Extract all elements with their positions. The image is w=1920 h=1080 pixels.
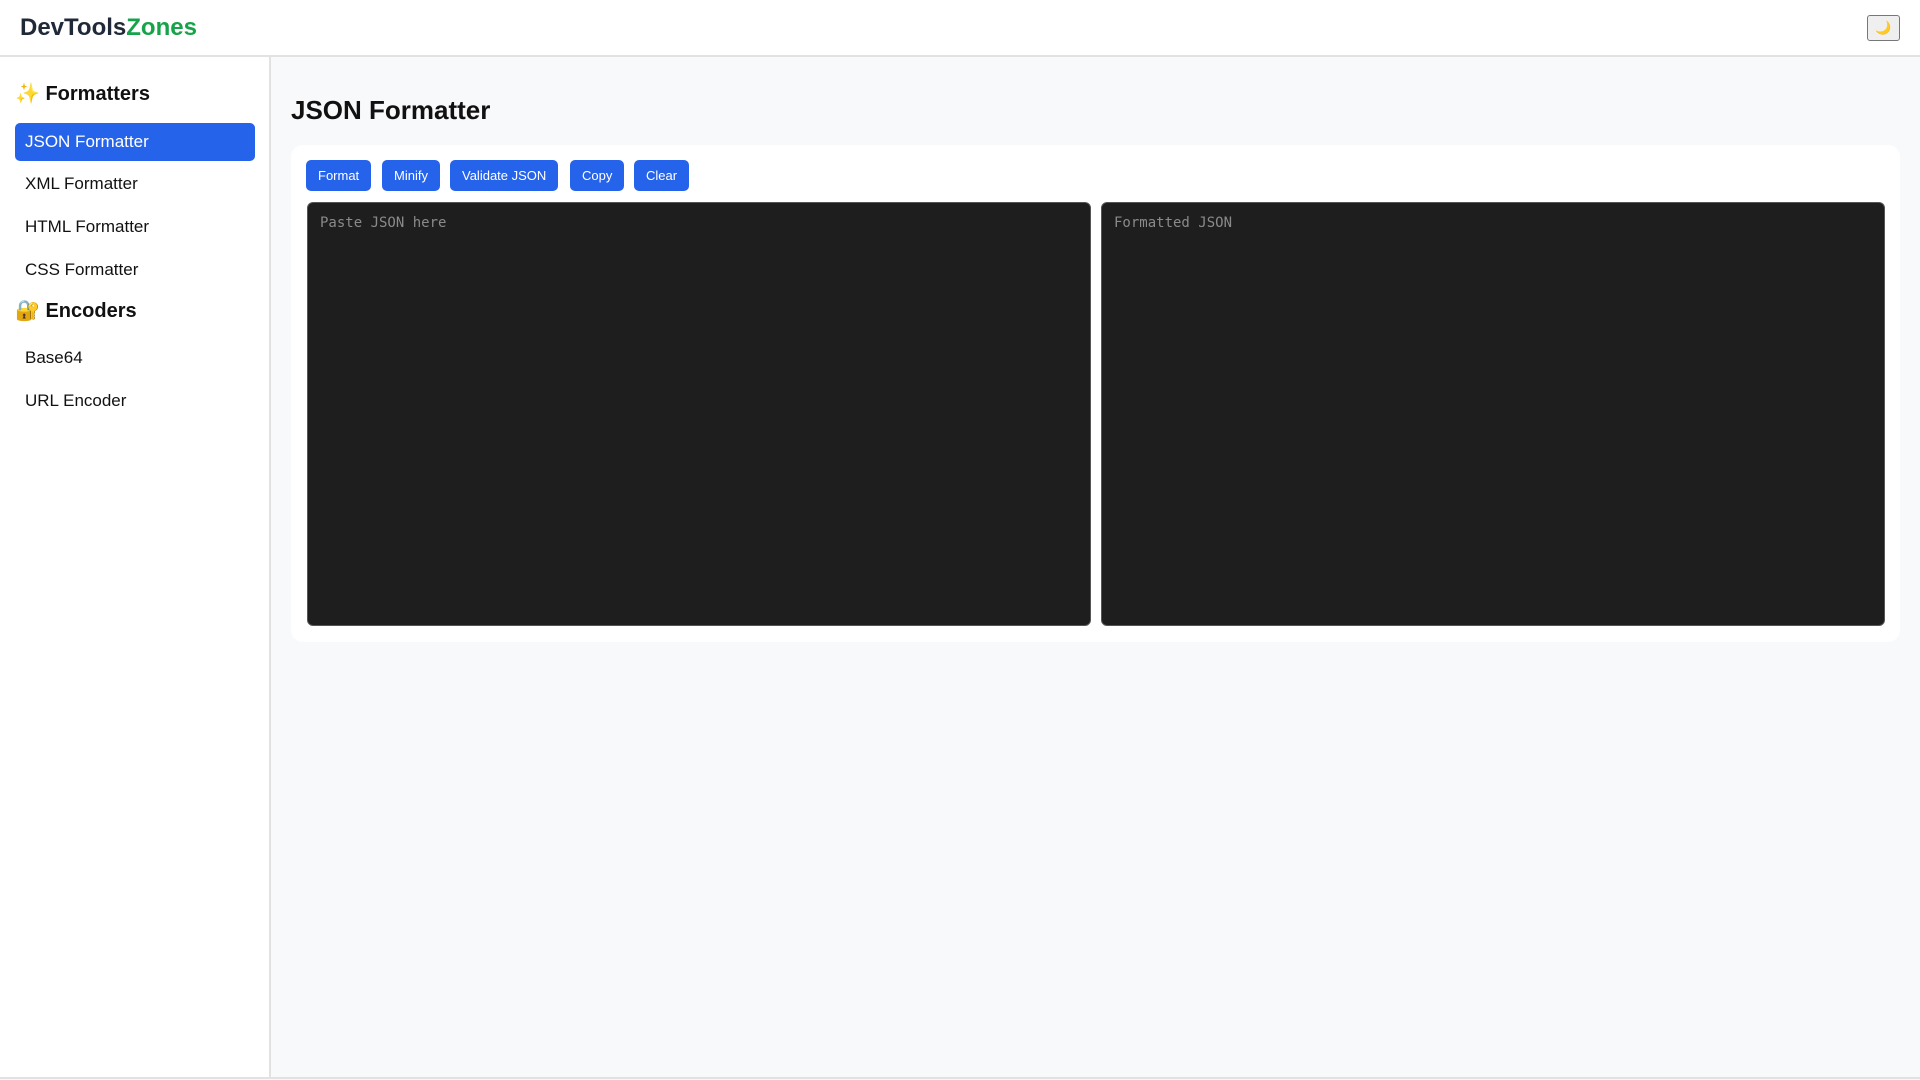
sparkles-icon: ✨ [15, 83, 40, 105]
lock-key-icon: 🔐 [15, 300, 40, 322]
logo-accent-text: Zones [126, 14, 197, 41]
section-title: Encoders [45, 300, 137, 322]
sidebar-item-xml-formatter[interactable]: XML Formatter [15, 165, 255, 203]
formatter-card: Format Minify Validate JSON Copy Clear [291, 145, 1900, 642]
formatted-json-output[interactable] [1101, 202, 1885, 626]
logo[interactable]: DevToolsZones [20, 14, 197, 42]
theme-toggle-button[interactable]: 🌙 [1867, 15, 1900, 41]
json-input[interactable] [307, 202, 1091, 626]
format-button[interactable]: Format [306, 160, 372, 191]
logo-text: DevTools [20, 14, 127, 41]
moon-icon: 🌙 [1875, 20, 1892, 35]
sidebar: ✨ Formatters JSON Formatter XML Formatte… [0, 57, 271, 1077]
sidebar-item-css-formatter[interactable]: CSS Formatter [15, 251, 255, 289]
bottom-divider [0, 1077, 1920, 1079]
section-title: Formatters [45, 83, 150, 105]
sidebar-item-html-formatter[interactable]: HTML Formatter [15, 208, 255, 246]
sidebar-item-json-formatter[interactable]: JSON Formatter [15, 123, 255, 161]
top-header: DevToolsZones 🌙 [0, 0, 1920, 57]
minify-button[interactable]: Minify [382, 160, 440, 191]
sidebar-item-base64[interactable]: Base64 [15, 339, 255, 377]
section-encoders: 🔐 Encoders [15, 298, 137, 323]
validate-json-button[interactable]: Validate JSON [450, 160, 559, 191]
clear-button[interactable]: Clear [634, 160, 690, 191]
sidebar-item-url-encoder[interactable]: URL Encoder [15, 382, 255, 420]
copy-button[interactable]: Copy [570, 160, 625, 191]
section-formatters: ✨ Formatters [15, 81, 150, 106]
page-title: JSON Formatter [291, 95, 491, 125]
